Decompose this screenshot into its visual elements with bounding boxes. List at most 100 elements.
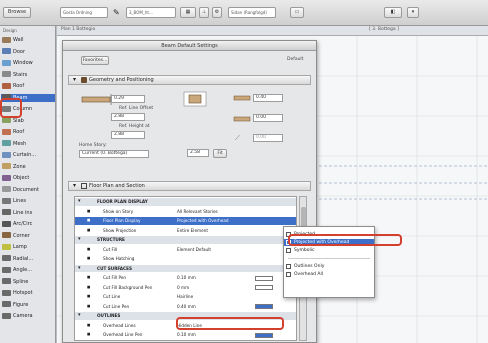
- tree-row-name: OUTLINES: [97, 313, 121, 318]
- palette-item[interactable]: Roof: [1, 82, 55, 91]
- pen-color-swatch[interactable]: [255, 332, 273, 338]
- tree-row-value[interactable]: Element Default: [177, 246, 247, 254]
- bottom-elevation-field[interactable]: 2.58: [187, 149, 209, 157]
- row-icon: ■: [87, 284, 91, 289]
- beam-section-icon: [81, 77, 87, 83]
- chevron-down-icon[interactable]: ▾: [407, 7, 419, 18]
- pen-color-swatch[interactable]: [255, 285, 273, 290]
- palette-item[interactable]: Figure: [1, 301, 55, 310]
- story-field[interactable]: Sidan (Rangfolgd): [228, 7, 276, 18]
- palette-item-label: Angle...: [13, 267, 32, 273]
- palette-item[interactable]: Arc/Circ: [1, 220, 55, 229]
- tool-icon: [2, 163, 11, 169]
- fit-button[interactable]: Fit: [213, 149, 227, 158]
- palette-item-label: Camera: [13, 313, 33, 319]
- ref-offset-field[interactable]: 2.88: [111, 113, 145, 121]
- palette-item[interactable]: Object: [1, 174, 55, 183]
- tree-row-value[interactable]: Hairline: [177, 293, 247, 301]
- home-story-select[interactable]: Current (0. Bottega): [79, 150, 149, 158]
- popup-menu-item[interactable]: Overhead All: [284, 271, 374, 278]
- palette-item[interactable]: Curtain...: [1, 151, 55, 160]
- tree-row[interactable]: ■ Cut Line Hairline: [75, 293, 296, 301]
- palette-item[interactable]: Camera: [1, 312, 55, 321]
- tree-row[interactable]: ■ Cut Fill Pen 0.10 mm: [75, 274, 296, 282]
- tree-row[interactable]: ■ Floor Plan Display Projected with Overhe…: [75, 217, 296, 225]
- tree-row[interactable]: ■ Show on Story All Relevant Stories: [75, 208, 296, 216]
- beam-geometry-icon: [81, 94, 112, 105]
- tree-row[interactable]: ■ Cut Fill Element Default: [75, 246, 296, 254]
- tree-category-row[interactable]: ▾ CUT SURFACES: [75, 264, 296, 273]
- palette-item[interactable]: Angle...: [1, 266, 55, 275]
- palette-item[interactable]: Spline: [1, 278, 55, 287]
- tool-icon: [2, 82, 11, 89]
- palette-item[interactable]: Corner: [1, 232, 55, 241]
- marquee-icon[interactable]: ▭: [290, 7, 304, 18]
- tree-row-value[interactable]: 0.40 mm: [177, 303, 247, 311]
- settings-icon[interactable]: ⚙: [212, 7, 222, 18]
- palette-item-label: Wall: [13, 37, 24, 43]
- pen-color-swatch[interactable]: [255, 304, 273, 309]
- tree-category-row[interactable]: ▾ STRUCTURE: [75, 236, 296, 244]
- tree-row[interactable]: ■ Cut Line Pen 0.40 mm: [75, 303, 296, 311]
- tree-row-value[interactable]: Entire Element: [177, 227, 247, 235]
- height-field[interactable]: 0.29: [111, 95, 145, 103]
- row-icon: ■: [87, 303, 91, 308]
- snap-icon[interactable]: ⊥: [199, 7, 209, 18]
- ref-height-field[interactable]: 2.88: [111, 131, 145, 139]
- tree-row[interactable]: ■ Show Projection Entire Element: [75, 227, 296, 235]
- popup-menu-item[interactable]: Symbolic: [284, 247, 374, 254]
- canvas-header: Plan 1 Bottegio: [61, 27, 96, 32]
- disclosure-icon[interactable]: ▾: [78, 236, 81, 244]
- tree-row-value[interactable]: 0 mm: [177, 284, 247, 292]
- palette-item[interactable]: Roof: [1, 128, 55, 137]
- slant-field[interactable]: 0.00: [253, 134, 283, 142]
- tree-row-value[interactable]: 0.10 mm: [177, 331, 247, 339]
- palette-item[interactable]: Mesh: [1, 140, 55, 149]
- grid-icon[interactable]: ▦: [180, 7, 196, 18]
- tree-row-value[interactable]: 0.10 mm: [177, 274, 247, 282]
- disclosure-icon[interactable]: ▾: [78, 265, 81, 273]
- row-icon: ■: [87, 322, 91, 327]
- tree-row-name: Show on Story: [103, 208, 134, 214]
- view-icon[interactable]: ◧: [384, 7, 402, 18]
- palette-item[interactable]: Hotspot: [1, 289, 55, 298]
- disclosure-open-icon[interactable]: ▾: [73, 182, 76, 190]
- palette-item-label: Corner: [13, 232, 30, 239]
- disclosure-icon[interactable]: ▾: [78, 312, 81, 320]
- palette-item[interactable]: Document: [1, 186, 55, 195]
- disclosure-icon[interactable]: ▾: [78, 198, 81, 206]
- tree-row[interactable]: ■ Cut Fill Background Pen 0 mm: [75, 284, 296, 292]
- palette-item-label: Mesh: [13, 140, 27, 147]
- palette-item[interactable]: Zone: [1, 163, 55, 172]
- tree-row-name: FLOOR PLAN DISPLAY: [97, 199, 148, 204]
- palette-item[interactable]: Radial...: [1, 255, 55, 264]
- geometry-section-header[interactable]: ▾ Geometry and Positioning: [68, 75, 311, 85]
- palette-item[interactable]: Lamp: [1, 243, 55, 252]
- favorites-button[interactable]: Favorites...: [81, 56, 109, 65]
- tool-icon: [2, 71, 11, 77]
- layer-combo[interactable]: 3_BOM_ht...: [126, 7, 176, 18]
- tree-row-name: Overhead Line Pen: [103, 332, 143, 337]
- tree-row[interactable]: ■ Show Hatching: [75, 255, 296, 263]
- browse-button[interactable]: Browse: [3, 7, 31, 18]
- palette-item[interactable]: Lines: [1, 197, 55, 206]
- tool-icon: [2, 140, 11, 146]
- tree-row[interactable]: ■ Overhead Line Pen 0.10 mm: [75, 331, 296, 339]
- palette-item[interactable]: Window: [1, 59, 55, 68]
- popup-menu-item[interactable]: Outlines Only: [284, 263, 374, 270]
- depth-field[interactable]: 0.00: [253, 114, 283, 122]
- tree-row-value[interactable]: Projected with Overhead: [177, 217, 247, 225]
- palette-item[interactable]: Door: [1, 48, 55, 57]
- pencil-icon[interactable]: ✎: [113, 8, 120, 17]
- layer-field[interactable]: Gosta Ordning: [60, 7, 108, 18]
- palette-item[interactable]: Line ins: [1, 209, 55, 218]
- pen-color-swatch[interactable]: [255, 275, 273, 281]
- width-field[interactable]: 0.40: [253, 94, 283, 102]
- disclosure-open-icon[interactable]: ▾: [73, 76, 76, 84]
- tree-row-value[interactable]: All Relevant Stories: [177, 208, 247, 216]
- palette-item[interactable]: Stairs: [1, 71, 55, 80]
- geometry-section-title: Geometry and Positioning: [89, 77, 154, 83]
- tree-category-row[interactable]: ▾ FLOOR PLAN DISPLAY: [75, 198, 296, 206]
- palette-item[interactable]: Wall: [1, 36, 55, 45]
- floorplan-section-header[interactable]: ▾ Floor Plan and Section: [68, 181, 311, 191]
